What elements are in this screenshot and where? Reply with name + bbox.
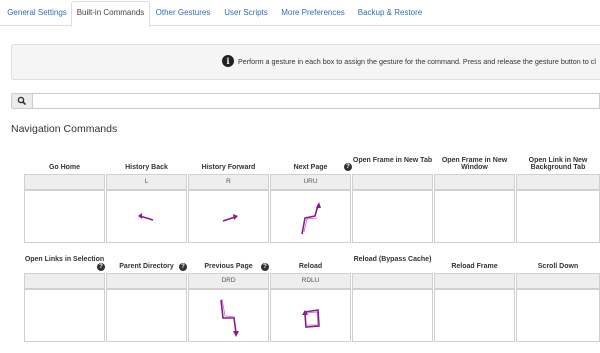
info-icon: i xyxy=(222,55,234,67)
gesture-code xyxy=(516,174,600,190)
gesture-canvas[interactable] xyxy=(24,190,105,243)
search-icon xyxy=(17,96,26,105)
gesture-stroke-drawing xyxy=(301,202,321,235)
gesture-code xyxy=(352,273,433,289)
tab-user-scripts[interactable]: User Scripts xyxy=(218,4,274,26)
tab-built-in-commands[interactable]: Built-in Commands xyxy=(71,1,150,27)
gesture-code xyxy=(24,273,105,289)
gesture-code xyxy=(352,174,433,190)
gesture-canvas[interactable] xyxy=(434,289,515,342)
command-label: Parent Directory xyxy=(119,263,174,270)
gesture-code: RDLU xyxy=(270,273,351,289)
command-label: Open Link in New Background Tab xyxy=(528,157,588,171)
command-label: Previous Page xyxy=(204,263,253,270)
tab-bar: General Settings Built-in Commands Other… xyxy=(0,0,600,27)
gesture-canvas[interactable] xyxy=(516,289,600,342)
gesture-canvas[interactable] xyxy=(24,289,105,342)
gesture-code xyxy=(516,273,600,289)
gesture-canvas[interactable] xyxy=(270,289,351,342)
banner-text: Perform a gesture in each box to assign … xyxy=(238,57,596,66)
command-label: Reload xyxy=(298,263,323,270)
gesture-code xyxy=(434,174,515,190)
help-icon[interactable]: ? xyxy=(344,163,352,171)
gesture-canvas[interactable] xyxy=(106,289,187,342)
gesture-code: R xyxy=(188,174,269,190)
help-icon[interactable]: ? xyxy=(97,263,105,271)
tab-backup-restore[interactable]: Backup & Restore xyxy=(353,4,427,26)
search-button[interactable] xyxy=(11,93,33,109)
gesture-code: URU xyxy=(270,174,351,190)
gesture-code xyxy=(106,273,187,289)
help-icon[interactable]: ? xyxy=(261,263,269,271)
gesture-canvas[interactable] xyxy=(352,289,433,342)
command-label: Scroll Down xyxy=(537,263,579,270)
gesture-stroke-drawing xyxy=(138,213,154,221)
command-label: Open Links in Selection xyxy=(24,256,105,263)
gesture-code: DRD xyxy=(188,273,269,289)
section-title: Navigation Commands xyxy=(11,123,118,135)
help-icon[interactable]: ? xyxy=(179,263,187,271)
gesture-code: L xyxy=(106,174,187,190)
command-label: Go Home xyxy=(48,164,81,171)
command-label: Reload (Bypass Cache) xyxy=(353,256,432,263)
gesture-canvas[interactable] xyxy=(434,190,515,243)
tab-general-settings[interactable]: General Settings xyxy=(2,4,72,26)
gesture-canvas[interactable] xyxy=(270,190,351,243)
gesture-canvas[interactable] xyxy=(352,190,433,243)
command-label: Next Page xyxy=(293,164,328,171)
tab-other-gestures[interactable]: Other Gestures xyxy=(150,4,216,26)
gesture-canvas[interactable] xyxy=(106,190,187,243)
command-label: Reload Frame xyxy=(451,263,498,270)
tab-more-preferences[interactable]: More Preferences xyxy=(276,4,350,26)
gesture-canvas[interactable] xyxy=(516,190,600,243)
command-label: History Forward xyxy=(201,164,256,171)
gesture-code xyxy=(434,273,515,289)
info-banner: i Perform a gesture in each box to assig… xyxy=(11,44,600,80)
gesture-canvas[interactable] xyxy=(188,289,269,342)
gesture-stroke-drawing xyxy=(220,298,239,337)
search-input[interactable] xyxy=(33,93,600,109)
gesture-code xyxy=(24,174,105,190)
command-label: Open Frame in New Tab xyxy=(352,157,433,164)
command-label: Open Frame in New Window xyxy=(441,157,508,171)
gesture-stroke-drawing xyxy=(222,214,238,222)
command-label: History Back xyxy=(125,164,168,171)
gesture-stroke-drawing xyxy=(302,309,320,328)
gesture-canvas[interactable] xyxy=(188,190,269,243)
